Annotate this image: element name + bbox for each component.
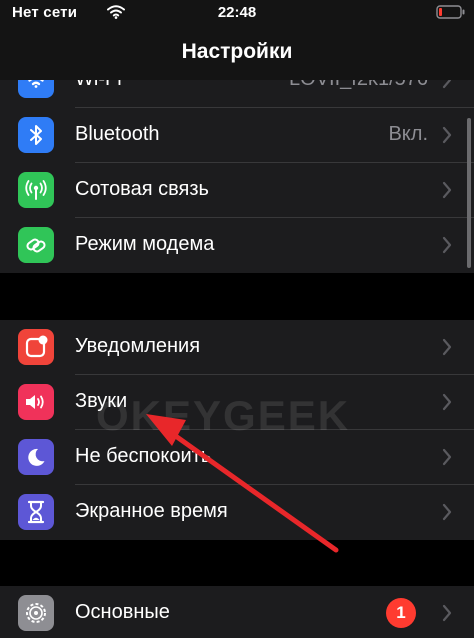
notification-badge: 1	[386, 598, 416, 628]
settings-row-label: Экранное время	[75, 500, 228, 522]
chevron-right-icon	[442, 604, 452, 622]
settings-row-label: Основные	[75, 601, 170, 623]
settings-group-connectivity: Wi-Fi LOVII_f2k1/576 Bluetooth Вкл. Сото…	[0, 53, 474, 273]
bluetooth-icon	[18, 117, 54, 153]
scroll-indicator[interactable]	[467, 118, 471, 268]
navigation-bar: Настройки	[0, 28, 474, 80]
settings-row-label: Звуки	[75, 390, 128, 412]
settings-row-sounds[interactable]: Звуки	[0, 375, 474, 430]
hotspot-chain-icon	[18, 227, 54, 263]
notifications-icon	[18, 329, 54, 365]
chevron-right-icon	[442, 236, 452, 254]
settings-row-bluetooth[interactable]: Bluetooth Вкл.	[0, 108, 474, 163]
status-bar: Нет сети 22:48	[0, 0, 474, 28]
cellular-antenna-icon	[18, 172, 54, 208]
settings-row-label: Сотовая связь	[75, 178, 209, 200]
settings-row-do-not-disturb[interactable]: Не беспокоить	[0, 430, 474, 485]
chevron-right-icon	[442, 338, 452, 356]
settings-row-label: Режим модема	[75, 233, 215, 255]
settings-row-notifications[interactable]: Уведомления	[0, 320, 474, 375]
settings-group-notifications: Уведомления Звуки Не беспокоить Экранное…	[0, 320, 474, 540]
settings-row-label: Уведомления	[75, 335, 201, 357]
chevron-right-icon	[442, 181, 452, 199]
settings-row-label: Не беспокоить	[75, 445, 212, 467]
settings-row-hotspot[interactable]: Режим модема	[0, 218, 474, 273]
clock: 22:48	[217, 4, 257, 21]
chevron-right-icon	[442, 448, 452, 466]
page-title: Настройки	[181, 40, 293, 63]
hourglass-icon	[18, 494, 54, 530]
settings-row-label: Bluetooth	[75, 123, 160, 145]
settings-group-general: Основные 1	[0, 586, 474, 638]
chevron-right-icon	[442, 393, 452, 411]
gear-icon	[18, 595, 54, 631]
chevron-right-icon	[442, 503, 452, 521]
settings-row-screen-time[interactable]: Экранное время	[0, 485, 474, 540]
settings-row-value: Вкл.	[388, 123, 428, 145]
speaker-icon	[18, 384, 54, 420]
moon-icon	[18, 439, 54, 475]
chevron-right-icon	[442, 126, 452, 144]
settings-row-general[interactable]: Основные 1	[0, 586, 474, 638]
battery-icon	[436, 5, 466, 24]
settings-row-cellular[interactable]: Сотовая связь	[0, 163, 474, 218]
